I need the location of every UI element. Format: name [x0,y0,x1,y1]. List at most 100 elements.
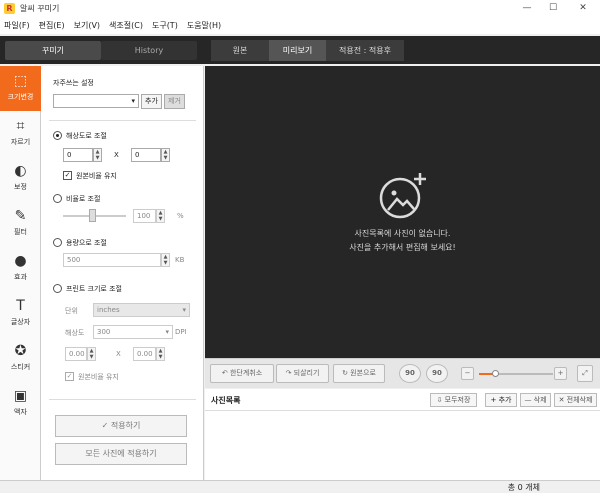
revert-button[interactable]: ↻ 원본으로 [333,364,385,383]
menu-view[interactable]: 보기(V) [74,20,100,31]
undo-button[interactable]: ↶ 한단계취소 [210,364,274,383]
maximize-button[interactable]: ☐ [540,0,566,17]
dpi-unit-label: DPI [175,328,187,336]
tool-sticker[interactable]: ✪ 스티커 [0,336,41,381]
tool-effect[interactable]: ● 효과 [0,246,41,291]
print-height-input[interactable]: 0.00 [133,347,156,361]
tab-edit[interactable]: 꾸미기 [5,41,101,60]
print-width-stepper[interactable]: ▲ ▼ [87,347,96,361]
ratio-input[interactable]: 100 [133,209,156,223]
empty-message-line1: 사진목록에 사진이 없습니다. [354,229,451,238]
preset-add-button[interactable]: 추가 [141,94,162,109]
resize-panel: 자주쓰는 설정 ▾ 추가 제거 해상도로 조절 0 ▲ ▼ X 0 ▲ ▼ ✓ 원본… [41,66,204,480]
menu-color[interactable]: 색조절(C) [109,20,143,31]
revert-icon: ↻ [342,369,351,377]
menu-help[interactable]: 도움말(H) [187,20,221,31]
photo-list-header: 사진목록 ⇩ 모두저장 + 추가 — 삭제 ✕ 전체삭제 [205,389,600,411]
apply-label: 적용하기 [110,421,141,430]
menu-edit[interactable]: 편집(E) [39,20,65,31]
photo-list-title: 사진목록 [211,396,241,405]
crop-icon: ⌗ [16,118,25,134]
tab-original[interactable]: 원본 [211,40,269,61]
tool-filter[interactable]: ✎ 필터 [0,201,41,246]
dpi-label: 해상도 [65,329,85,337]
print-keep-ratio-checkbox[interactable]: ✓ [65,372,74,381]
rotate-right-button[interactable]: 90 [426,364,448,383]
tool-text[interactable]: T 글상자 [0,291,41,336]
zoom-slider-thumb[interactable] [492,370,500,377]
by-ratio-radio[interactable] [53,194,62,203]
by-size-radio[interactable] [53,238,62,247]
tool-label: 보정 [14,183,27,191]
tool-label: 필터 [14,228,27,236]
preset-remove-button[interactable]: 제거 [164,94,185,109]
by-print-label: 프린트 크기로 조절 [66,285,122,293]
save-all-button[interactable]: ⇩ 모두저장 [430,393,477,407]
preset-select[interactable]: ▾ [53,94,139,108]
rotate-left-button[interactable]: 90 [399,364,421,383]
fit-screen-icon[interactable]: ⤢ [577,365,593,382]
delete-photo-button[interactable]: — 삭제 [520,393,551,407]
redo-label: 되살리기 [293,369,320,377]
presets-label: 자주쓰는 설정 [53,79,94,87]
size-stepper[interactable]: ▲ ▼ [161,253,170,267]
percent-label: % [177,212,184,220]
add-photo-icon[interactable] [376,170,432,220]
adjust-icon: ◐ [14,163,27,179]
print-width-input[interactable]: 0.00 [65,347,87,361]
delete-all-button[interactable]: ✕ 전체삭제 [554,393,597,407]
app-logo-icon: R [4,3,15,14]
resize-icon: ⬚ [13,73,28,89]
redo-button[interactable]: ↷ 되살리기 [276,364,329,383]
chevron-down-icon: ▾ [165,328,169,336]
sticker-icon: ✪ [14,343,27,359]
apply-all-button[interactable]: 모든 사진에 적용하기 [55,443,187,465]
height-input[interactable]: 0 [131,148,161,162]
print-times-label: X [116,350,121,358]
unit-select[interactable]: inches ▾ [93,303,190,317]
zoom-out-button[interactable]: − [461,367,474,380]
size-input[interactable]: 500 [63,253,161,267]
title-bar: R 알씨 꾸미기 — ☐ ✕ [0,0,600,17]
unit-value: inches [97,306,120,314]
apply-button[interactable]: ✓ 적용하기 [55,415,187,437]
by-resolution-label: 해상도로 조절 [66,132,107,140]
tab-preview[interactable]: 미리보기 [269,40,326,61]
photo-list[interactable] [205,411,600,480]
kb-label: KB [175,256,185,264]
by-ratio-label: 비율로 조절 [66,195,101,203]
window-title: 알씨 꾸미기 [20,4,60,13]
height-stepper[interactable]: ▲ ▼ [161,148,170,162]
width-stepper[interactable]: ▲ ▼ [93,148,102,162]
unit-label: 단위 [65,307,78,315]
tool-frame[interactable]: ▣ 액자 [0,381,41,426]
tab-compare[interactable]: 적용전 : 적용후 [326,40,404,61]
keep-ratio-checkbox[interactable]: ✓ [63,171,72,180]
divider [49,120,196,121]
close-button[interactable]: ✕ [570,0,596,17]
tool-label: 자르기 [10,138,31,146]
chevron-down-icon: ▾ [182,306,186,314]
zoom-slider-track[interactable] [479,370,553,377]
save-icon: ⇩ [436,396,445,404]
tool-resize[interactable]: ⬚ 크기변경 [0,66,41,111]
tool-adjust[interactable]: ◐ 보정 [0,156,41,201]
by-print-radio[interactable] [53,284,62,293]
ratio-slider-thumb[interactable] [89,209,96,222]
ratio-stepper[interactable]: ▲ ▼ [156,209,165,223]
undo-label: 한단계취소 [229,369,263,377]
zoom-in-button[interactable]: + [554,367,567,380]
menu-tools[interactable]: 도구(T) [152,20,178,31]
add-photo-button[interactable]: + 추가 [485,393,517,407]
effect-drop-icon: ● [14,253,27,269]
dpi-select[interactable]: 300 ▾ [93,325,173,339]
width-input[interactable]: 0 [63,148,93,162]
minimize-button[interactable]: — [514,0,540,17]
menu-file[interactable]: 파일(F) [4,20,30,31]
tool-crop[interactable]: ⌗ 자르기 [0,111,41,156]
by-resolution-radio[interactable] [53,131,62,140]
print-height-stepper[interactable]: ▲ ▼ [156,347,165,361]
tab-history[interactable]: History [101,41,197,60]
print-keep-ratio-label: 원본비율 유지 [78,373,119,381]
check-icon: ✓ [101,421,111,430]
